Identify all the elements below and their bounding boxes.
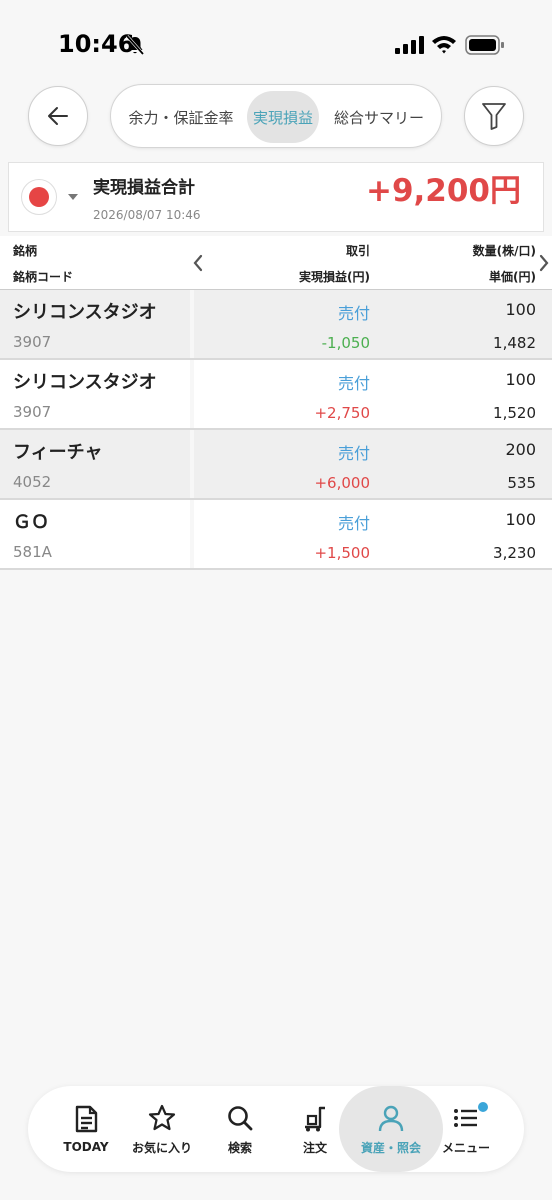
wifi-icon xyxy=(432,36,456,54)
quantity: 100 xyxy=(505,300,536,319)
segment-control: 余力・保証金率 実現損益 総合サマリー xyxy=(110,84,442,148)
table-row[interactable]: ＧＯ 581A 売付 +1,500 100 3,230 xyxy=(0,500,552,570)
stock-code: 4052 xyxy=(13,473,52,491)
quantity: 100 xyxy=(505,370,536,389)
bell-off-icon xyxy=(125,35,145,55)
tab-realized-pnl[interactable]: 実現損益 xyxy=(247,91,319,143)
row-right-cell: 売付 +1,500 100 3,230 xyxy=(194,500,552,568)
notification-badge xyxy=(478,1102,488,1112)
trade-type: 売付 xyxy=(337,304,370,323)
header-price: 単価(円) xyxy=(489,270,536,284)
header-name: 銘柄 xyxy=(13,244,38,258)
nav-label: 注文 xyxy=(302,1140,327,1155)
signal-icon xyxy=(395,36,424,54)
stock-code: 3907 xyxy=(13,403,52,421)
document-icon xyxy=(75,1105,98,1133)
status-time: 10:46 xyxy=(58,30,135,58)
header-code: 銘柄コード xyxy=(13,270,74,284)
bottom-nav: TODAY お気に入り 検索 注文 資産・照会 メニュー xyxy=(28,1086,524,1172)
unit-price: 1,482 xyxy=(493,334,536,352)
quantity: 200 xyxy=(505,440,536,459)
nav-label: 検索 xyxy=(227,1140,252,1155)
stock-name: シリコンスタジオ xyxy=(13,302,157,323)
nav-label: メニュー xyxy=(441,1140,490,1155)
star-icon xyxy=(148,1104,176,1130)
realized-pnl: +2,750 xyxy=(314,404,370,422)
row-left-cell: ＧＯ 581A xyxy=(0,500,190,568)
nav-today[interactable]: TODAY xyxy=(46,1086,126,1172)
arrow-left-icon xyxy=(48,107,68,125)
row-left-cell: シリコンスタジオ 3907 xyxy=(0,290,190,358)
search-icon xyxy=(228,1105,253,1130)
tab-margin[interactable]: 余力・保証金率 xyxy=(117,91,245,143)
header-qty: 数量(株/口) xyxy=(472,244,536,258)
stock-code: 581A xyxy=(13,543,52,561)
table-row[interactable]: フィーチャ 4052 売付 +6,000 200 535 xyxy=(0,430,552,500)
header-trade: 取引 xyxy=(345,244,370,258)
summary-card: 実現損益合計 2026/08/07 10:46 +9,200円 xyxy=(8,162,544,232)
stock-name: フィーチャ xyxy=(13,442,103,463)
quantity: 100 xyxy=(505,510,536,529)
row-right-cell: 売付 +6,000 200 535 xyxy=(194,430,552,498)
list-icon xyxy=(454,1108,477,1127)
stock-code: 3907 xyxy=(13,333,52,351)
row-left-cell: シリコンスタジオ 3907 xyxy=(0,360,190,428)
row-left-cell: フィーチャ 4052 xyxy=(0,430,190,498)
caret-down-icon[interactable] xyxy=(67,193,79,201)
back-button[interactable] xyxy=(28,86,88,146)
japan-flag-icon xyxy=(29,187,49,207)
realized-pnl: +6,000 xyxy=(314,474,370,492)
table-row[interactable]: シリコンスタジオ 3907 売付 +2,750 100 1,520 xyxy=(0,360,552,430)
nav-label: お気に入り xyxy=(131,1140,192,1155)
unit-price: 535 xyxy=(507,474,536,492)
summary-title: 実現損益合計 xyxy=(93,178,195,198)
nav-label: 資産・照会 xyxy=(360,1140,421,1155)
nav-search[interactable]: 検索 xyxy=(200,1086,280,1172)
nav-label: TODAY xyxy=(63,1140,109,1154)
status-bar: 10:46 xyxy=(0,0,552,80)
table-row[interactable]: シリコンスタジオ 3907 売付 -1,050 100 1,482 xyxy=(0,290,552,360)
trade-type: 売付 xyxy=(337,444,370,463)
nav-menu[interactable]: メニュー xyxy=(426,1086,506,1172)
row-right-cell: 売付 +2,750 100 1,520 xyxy=(194,360,552,428)
table-header: 銘柄 銘柄コード 取引 実現損益(円) 数量(株/口) 単価(円) xyxy=(0,236,552,290)
unit-price: 3,230 xyxy=(493,544,536,562)
summary-total: +9,200円 xyxy=(365,173,521,209)
stock-name: シリコンスタジオ xyxy=(13,372,157,393)
filter-button[interactable] xyxy=(464,86,524,146)
trade-type: 売付 xyxy=(337,514,370,533)
trade-type: 売付 xyxy=(337,374,370,393)
nav-favorites[interactable]: お気に入り xyxy=(122,1086,202,1172)
filter-icon xyxy=(482,103,506,130)
header-pnl: 実現損益(円) xyxy=(299,270,370,284)
realized-pnl: -1,050 xyxy=(321,334,370,352)
unit-price: 1,520 xyxy=(493,404,536,422)
table-body: シリコンスタジオ 3907 売付 -1,050 100 1,482 シリコンスタ… xyxy=(0,290,552,570)
summary-date: 2026/08/07 10:46 xyxy=(93,208,201,222)
realized-pnl: +1,500 xyxy=(314,544,370,562)
row-right-cell: 売付 -1,050 100 1,482 xyxy=(194,290,552,358)
chevron-right-icon[interactable] xyxy=(538,254,550,272)
battery-icon xyxy=(465,35,504,55)
chevron-left-icon[interactable] xyxy=(192,254,204,272)
stock-name: ＧＯ xyxy=(13,512,49,533)
cart-icon xyxy=(305,1106,325,1131)
tab-summary[interactable]: 総合サマリー xyxy=(321,91,437,143)
person-icon xyxy=(378,1105,404,1131)
